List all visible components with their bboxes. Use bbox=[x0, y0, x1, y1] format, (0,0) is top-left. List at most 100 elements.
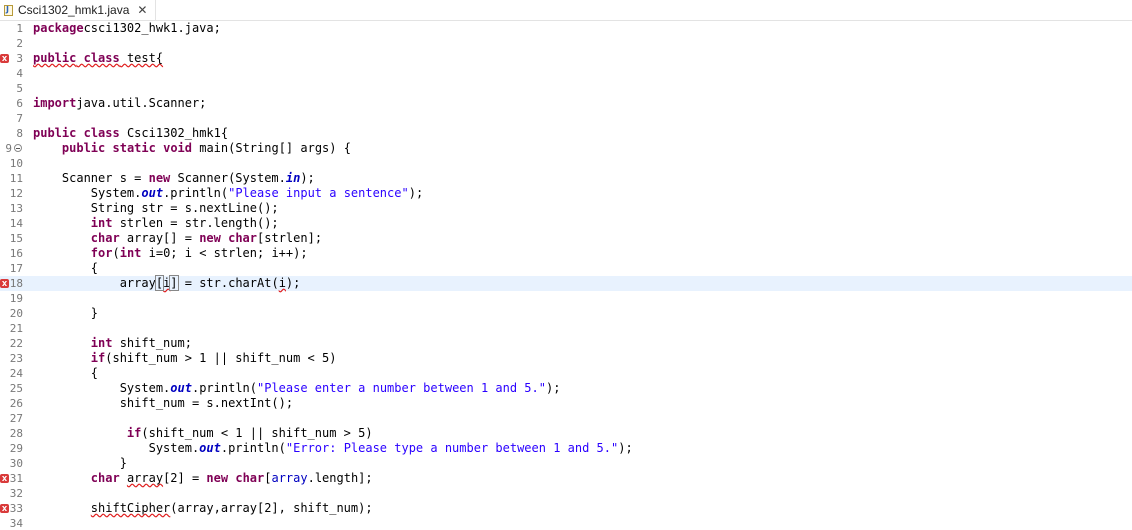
code-line[interactable]: 30 } bbox=[0, 456, 1132, 471]
code-token: java.util.Scanner; bbox=[76, 96, 207, 110]
code-token: main(String[] bbox=[192, 141, 301, 155]
code-line[interactable]: 3 public class test{ bbox=[0, 51, 1132, 66]
line-number: 5 bbox=[16, 82, 23, 95]
code-line[interactable]: 7 bbox=[0, 111, 1132, 126]
code-token: ] bbox=[169, 275, 179, 291]
code-token: String str = s.nextLine(); bbox=[33, 201, 279, 215]
code-line[interactable]: 5 bbox=[0, 81, 1132, 96]
code-line[interactable]: 9 public static void main(String[] args)… bbox=[0, 141, 1132, 156]
line-number: 6 bbox=[16, 97, 23, 110]
code-token: shiftCipher bbox=[90, 501, 171, 515]
code-text: System.out.println("Please input a sente… bbox=[33, 186, 423, 201]
line-number: 27 bbox=[9, 412, 23, 425]
code-token: { bbox=[33, 366, 99, 380]
code-token: in bbox=[285, 171, 301, 185]
code-line[interactable]: 15 char array[] = new char[strlen]; bbox=[0, 231, 1132, 246]
line-number: 33 bbox=[9, 502, 23, 515]
line-number: 8 bbox=[16, 127, 23, 140]
line-number: 4 bbox=[16, 67, 23, 80]
code-token: Scanner s = bbox=[33, 171, 149, 185]
code-line[interactable]: 23 if(shift_num > 1 || shift_num < 5) bbox=[0, 351, 1132, 366]
line-number: 18 bbox=[9, 277, 23, 290]
code-token: int bbox=[90, 336, 113, 350]
code-token: .length]; bbox=[307, 471, 373, 485]
code-token: new bbox=[199, 231, 221, 245]
code-line[interactable]: 8 public class Csci1302_hmk1{ bbox=[0, 126, 1132, 141]
code-token: ( bbox=[112, 246, 120, 260]
code-token: (array,array[2], shift_num); bbox=[170, 501, 373, 515]
code-line[interactable]: 16 for(int i=0; i < strlen; i++); bbox=[0, 246, 1132, 261]
code-line[interactable]: 26 shift_num = s.nextInt(); bbox=[0, 396, 1132, 411]
code-line[interactable]: 2 bbox=[0, 36, 1132, 51]
code-token: new bbox=[206, 471, 229, 485]
line-number: 3 bbox=[16, 52, 23, 65]
code-token: Csci1302_hmk1{ bbox=[119, 126, 229, 140]
code-text: int strlen = str.length(); bbox=[33, 216, 279, 231]
code-line[interactable]: 33 shiftCipher(array,array[2], shift_num… bbox=[0, 501, 1132, 516]
line-number: 11 bbox=[9, 172, 23, 185]
code-text: public class Csci1302_hmk1{ bbox=[33, 126, 228, 141]
code-line[interactable]: 28 if(shift_num < 1 || shift_num > 5) bbox=[0, 426, 1132, 441]
code-token: System. bbox=[33, 441, 200, 455]
code-line[interactable]: 11 Scanner s = new Scanner(System.in); bbox=[0, 171, 1132, 186]
code-text: char array[] = new char[strlen]; bbox=[33, 231, 322, 246]
line-number: 34 bbox=[9, 517, 23, 530]
code-line[interactable]: 24 { bbox=[0, 366, 1132, 381]
code-token: for bbox=[90, 246, 113, 260]
code-text: char array[2] = new char[array.length]; bbox=[33, 471, 373, 486]
code-line[interactable]: 1 packagecsci1302_hwk1.java; bbox=[0, 21, 1132, 36]
code-line[interactable]: 29 System.out.println("Error: Please typ… bbox=[0, 441, 1132, 456]
code-line[interactable]: 12 System.out.println("Please input a se… bbox=[0, 186, 1132, 201]
code-token: .println( bbox=[163, 186, 229, 200]
code-line[interactable]: 4 bbox=[0, 66, 1132, 81]
code-line[interactable]: 34 bbox=[0, 516, 1132, 530]
code-line[interactable]: 18 array[i] = str.charAt(i); bbox=[0, 275, 1132, 291]
close-icon[interactable]: ✕ bbox=[137, 4, 147, 16]
line-number: 12 bbox=[9, 187, 23, 200]
code-text: { bbox=[33, 366, 98, 381]
code-text: for(int i=0; i < strlen; i++); bbox=[33, 246, 308, 261]
line-number: 10 bbox=[9, 157, 23, 170]
line-number: 29 bbox=[9, 442, 23, 455]
code-line[interactable]: 31 char array[2] = new char[array.length… bbox=[0, 471, 1132, 486]
line-number: 7 bbox=[16, 112, 23, 125]
code-token: char bbox=[90, 471, 120, 485]
code-token: class bbox=[83, 126, 120, 140]
code-line[interactable]: 32 bbox=[0, 486, 1132, 501]
code-line[interactable]: 13 String str = s.nextLine(); bbox=[0, 201, 1132, 216]
code-line[interactable]: 25 System.out.println("Please enter a nu… bbox=[0, 381, 1132, 396]
code-text: array[i] = str.charAt(i); bbox=[33, 275, 300, 291]
code-text: if(shift_num < 1 || shift_num > 5) bbox=[33, 426, 373, 441]
code-line[interactable]: 21 bbox=[0, 321, 1132, 336]
fold-toggle-icon[interactable] bbox=[14, 144, 22, 152]
code-token: .println( bbox=[191, 381, 257, 395]
code-line[interactable]: 6 importjava.util.Scanner; bbox=[0, 96, 1132, 111]
code-line[interactable]: 17 { bbox=[0, 261, 1132, 276]
code-line[interactable]: 10 bbox=[0, 156, 1132, 171]
code-token: array[] = bbox=[119, 231, 200, 245]
code-token: void bbox=[163, 141, 192, 155]
code-token: csci1302_hwk1.java; bbox=[83, 21, 221, 35]
code-editor[interactable]: 1 packagecsci1302_hwk1.java; 2 3 public clas… bbox=[0, 21, 1132, 530]
code-text: System.out.println("Please enter a numbe… bbox=[33, 381, 561, 396]
line-number: 20 bbox=[9, 307, 23, 320]
code-line[interactable]: 14 int strlen = str.length(); bbox=[0, 216, 1132, 231]
code-line[interactable]: 27 bbox=[0, 411, 1132, 426]
code-token: i=0; i < strlen; i++); bbox=[141, 246, 308, 260]
file-tab[interactable]: J Csci1302_hmk1.java ✕ bbox=[0, 0, 157, 20]
code-token: new bbox=[148, 171, 171, 185]
code-text: public class test{ bbox=[33, 51, 163, 66]
code-line[interactable]: 19 bbox=[0, 291, 1132, 306]
code-token: array bbox=[33, 276, 156, 290]
code-line[interactable]: 20 } bbox=[0, 306, 1132, 321]
line-number: 26 bbox=[9, 397, 23, 410]
code-token: shift_num = s.nextInt(); bbox=[33, 396, 294, 410]
code-line[interactable]: 22 int shift_num; bbox=[0, 336, 1132, 351]
